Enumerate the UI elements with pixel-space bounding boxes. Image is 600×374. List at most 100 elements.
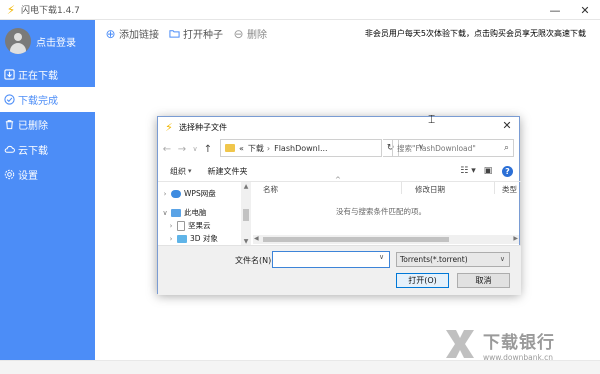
tree-item-this-pc[interactable]: ∨ 此电脑: [158, 206, 207, 219]
preview-pane-icon[interactable]: ▣: [480, 164, 496, 178]
sort-up-icon: ^: [335, 176, 341, 184]
horizontal-scrollbar[interactable]: ◀ ▶: [253, 235, 519, 244]
sidebar-item-downloading[interactable]: 正在下载: [0, 62, 95, 87]
sidebar-item-label: 正在下载: [18, 71, 58, 82]
plus-icon: ⊕: [105, 26, 116, 41]
column-name[interactable]: 名称: [263, 184, 278, 195]
filename-input[interactable]: [272, 251, 390, 268]
file-icon: [177, 220, 185, 231]
chevron-down-icon: ▾: [188, 167, 192, 175]
empty-message: 没有与搜索条件匹配的项。: [336, 207, 426, 216]
tree-item-label: 此电脑: [184, 208, 207, 217]
open-button[interactable]: 打开(O): [396, 273, 449, 288]
login-area[interactable]: 点击登录: [0, 20, 95, 62]
cube-icon: [177, 234, 187, 243]
cloud-drive-icon: [171, 189, 181, 198]
add-link-label: 添加链接: [119, 30, 159, 41]
column-modified-date[interactable]: 修改日期: [415, 184, 445, 195]
search-placeholder: 搜索"FlashDownload": [397, 143, 476, 153]
avatar[interactable]: [5, 28, 31, 54]
chevron-right-icon: ›: [266, 143, 271, 153]
gear-icon: [3, 169, 15, 181]
file-type-value: Torrents(*.torrent): [400, 255, 468, 264]
scrollbar-thumb[interactable]: [263, 237, 449, 242]
scroll-down-icon[interactable]: ▼: [241, 238, 251, 245]
window-controls: — ✕: [540, 0, 600, 20]
sidebar-item-deleted[interactable]: 已删除: [0, 112, 95, 137]
sidebar-item-label: 设置: [18, 171, 38, 182]
scroll-left-icon[interactable]: ◀: [254, 235, 259, 242]
navigation-tree: › WPS网盘 ∨ 此电脑 › 坚果云 › 3D 对象 ▲ ▼: [158, 181, 251, 245]
download-icon: [3, 69, 15, 81]
watermark-url: www.downbank.cn: [483, 353, 554, 362]
folder-icon: [169, 28, 180, 39]
column-header: ^ 名称 修改日期 类型: [251, 176, 521, 195]
tree-item-label: 3D 对象: [190, 234, 218, 243]
sidebar-item-label: 已删除: [18, 121, 48, 132]
breadcrumb-overflow[interactable]: «: [239, 144, 244, 153]
chevron-down-icon[interactable]: ∨: [160, 209, 170, 217]
folder-icon: [225, 144, 235, 152]
forward-arrow-icon[interactable]: →: [176, 144, 188, 155]
lightning-icon: ⚡: [6, 2, 16, 17]
remove-icon: ⊖: [233, 26, 244, 41]
tree-item-wps-drive[interactable]: › WPS网盘: [158, 187, 216, 200]
window-title: 闪电下载1.4.7: [21, 6, 80, 16]
open-torrent-label: 打开种子: [183, 30, 223, 41]
new-folder-button[interactable]: 新建文件夹: [208, 166, 248, 177]
open-torrent-button[interactable]: 打开种子: [169, 26, 223, 41]
chevron-down-icon[interactable]: ∨: [379, 253, 384, 261]
watermark: 下载银行 www.downbank.cn: [443, 327, 593, 371]
sidebar-item-cloud-download[interactable]: 云下载: [0, 137, 95, 162]
recent-chevron-icon[interactable]: ∨: [191, 145, 199, 153]
chevron-right-icon[interactable]: ›: [166, 235, 176, 243]
tree-scrollbar[interactable]: ▲ ▼: [241, 182, 251, 245]
help-icon[interactable]: ?: [502, 165, 513, 177]
sidebar-item-settings[interactable]: 设置: [0, 162, 95, 187]
sidebar-item-label: 下载完成: [18, 96, 58, 107]
dialog-title-bar: ⚡ 选择种子文件 ✕: [158, 117, 519, 137]
tree-item-label: 坚果云: [188, 221, 211, 230]
cloud-icon: [3, 144, 15, 156]
breadcrumb-flashdownload[interactable]: FlashDownl...: [274, 144, 327, 153]
scroll-right-icon[interactable]: ▶: [513, 235, 518, 242]
breadcrumb-downloads[interactable]: 下载: [248, 143, 264, 154]
address-row: ← → ∨ ↑ « 下载 › FlashDownl... ∨ ↻ 搜索"Flas…: [158, 139, 521, 159]
computer-icon: [171, 208, 181, 217]
title-bar: ⚡ 闪电下载1.4.7 — ✕: [0, 0, 600, 20]
trash-icon: [3, 119, 15, 131]
column-type[interactable]: 类型: [502, 184, 517, 195]
dialog-footer: 文件名(N): ∨ Torrents(*.torrent) ∨ 打开(O) 取消: [158, 245, 521, 295]
scroll-up-icon[interactable]: ▲: [241, 183, 251, 190]
close-icon[interactable]: ✕: [500, 119, 514, 133]
sidebar-item-completed[interactable]: 下载完成: [0, 87, 95, 112]
address-bar[interactable]: « 下载 › FlashDownl... ∨: [220, 139, 424, 157]
login-label[interactable]: 点击登录: [36, 34, 76, 49]
tree-item-3d-objects[interactable]: › 3D 对象: [164, 232, 218, 245]
add-link-button[interactable]: ⊕ 添加链接: [105, 26, 159, 42]
view-controls: ☷ ▾ ▣ ?: [456, 164, 513, 178]
delete-button[interactable]: ⊖ 删除: [233, 26, 267, 42]
view-options-icon[interactable]: ☷ ▾: [460, 164, 476, 178]
scrollbar-thumb[interactable]: [243, 209, 249, 221]
watermark-text: 下载银行: [483, 333, 555, 353]
chevron-right-icon[interactable]: ›: [166, 222, 176, 230]
filename-label: 文件名(N):: [235, 256, 274, 265]
back-arrow-icon[interactable]: ←: [161, 144, 173, 155]
lightning-icon: ⚡: [165, 120, 173, 134]
up-arrow-icon[interactable]: ↑: [202, 144, 214, 155]
file-list: ^ 名称 修改日期 类型 没有与搜索条件匹配的项。 ◀ ▶: [251, 176, 521, 245]
toolbar: ⊕ 添加链接 打开种子 ⊖ 删除 非会员用户每天5次体验下载，点击购买会员享无限…: [95, 20, 600, 47]
organize-menu[interactable]: 组织: [170, 166, 186, 177]
close-icon[interactable]: ✕: [570, 0, 600, 20]
dialog-title: 选择种子文件: [179, 122, 227, 132]
chevron-right-icon[interactable]: ›: [160, 190, 170, 198]
search-input[interactable]: 搜索"FlashDownload" ⌕: [392, 139, 514, 157]
file-type-select[interactable]: Torrents(*.torrent) ∨: [396, 252, 510, 267]
promo-text[interactable]: 非会员用户每天5次体验下载，点击购买会员享无限次高速下载: [365, 28, 586, 39]
tree-item-jianguoyun[interactable]: › 坚果云: [164, 219, 211, 232]
cancel-button[interactable]: 取消: [457, 273, 510, 288]
sidebar: 点击登录 正在下载 下载完成 已删除 云下载 设置: [0, 20, 95, 360]
watermark-logo: [446, 330, 474, 358]
minimize-icon[interactable]: —: [540, 0, 570, 20]
